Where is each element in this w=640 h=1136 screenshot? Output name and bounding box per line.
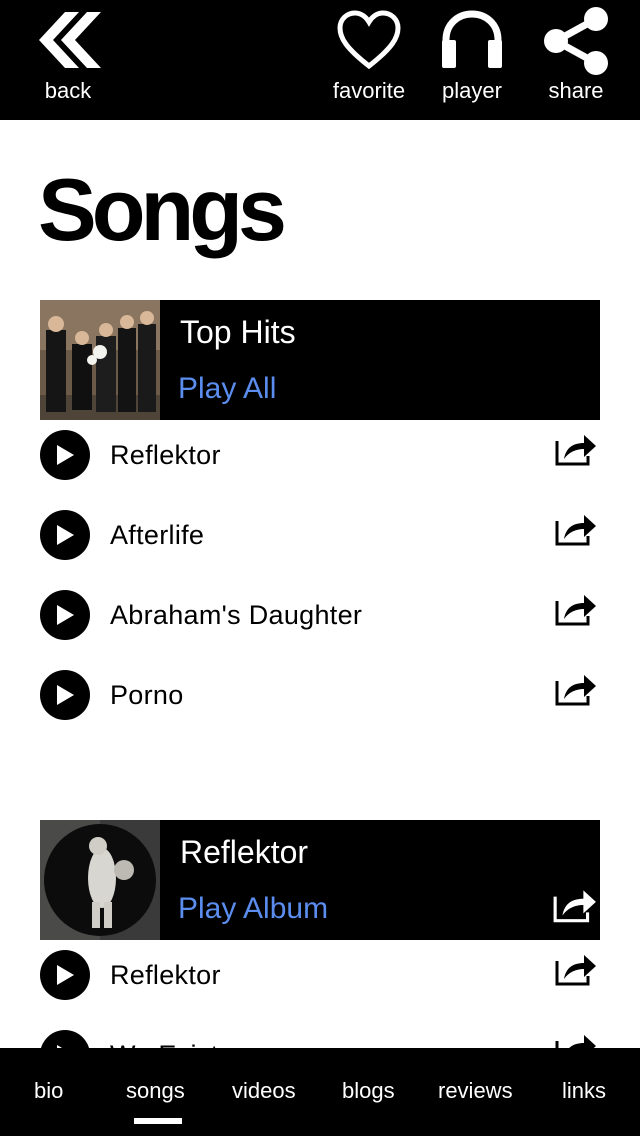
play-album-button[interactable]: Play Album [178, 892, 328, 926]
back-label: back [44, 78, 92, 103]
play-icon[interactable] [40, 950, 90, 1000]
headphones-icon [440, 0, 504, 80]
play-icon[interactable] [40, 670, 90, 720]
song-row[interactable]: Abraham's Daughter [40, 575, 600, 655]
page-title: Songs [38, 160, 287, 259]
favorite-label: favorite [332, 78, 406, 103]
song-row[interactable]: Reflektor [40, 935, 600, 1015]
nav-item-blogs[interactable]: blogs [342, 1078, 395, 1104]
nav-item-links[interactable]: links [562, 1078, 606, 1104]
share-button[interactable]: share [536, 0, 616, 120]
nav-item-bio[interactable]: bio [34, 1078, 63, 1104]
play-all-button[interactable]: Play All [178, 372, 276, 406]
nav-item-songs[interactable]: songs [126, 1078, 185, 1104]
nav-item-reviews[interactable]: reviews [438, 1078, 513, 1104]
album-cover-image [40, 300, 160, 420]
back-icon [33, 0, 103, 80]
bottom-nav: bio songs videos blogs reviews links [0, 1048, 640, 1136]
song-title: Reflektor [110, 959, 221, 990]
back-button[interactable]: back [20, 0, 116, 120]
share-box-icon[interactable] [554, 511, 598, 552]
favorite-button[interactable]: favorite [324, 0, 414, 120]
active-tab-indicator [134, 1118, 182, 1124]
share-box-icon[interactable] [552, 886, 598, 929]
album-title: Top Hits [180, 314, 296, 350]
share-label: share [548, 78, 604, 103]
share-box-icon[interactable] [554, 431, 598, 472]
share-box-icon[interactable] [554, 591, 598, 632]
play-icon[interactable] [40, 590, 90, 640]
share-icon [542, 0, 610, 80]
player-button[interactable]: player [432, 0, 512, 120]
song-title: Afterlife [110, 519, 205, 550]
album-header: Top Hits Play All [40, 300, 600, 420]
play-icon[interactable] [40, 430, 90, 480]
song-title: Reflektor [110, 439, 221, 470]
album-cover-image [40, 820, 160, 940]
nav-item-videos[interactable]: videos [232, 1078, 296, 1104]
song-title: Abraham's Daughter [110, 599, 363, 630]
play-icon[interactable] [40, 510, 90, 560]
top-bar: back favorite player share [0, 0, 640, 120]
song-row[interactable]: Porno [40, 655, 600, 735]
song-row[interactable]: Afterlife [40, 495, 600, 575]
heart-icon [336, 0, 402, 80]
share-box-icon[interactable] [554, 671, 598, 712]
player-label: player [442, 78, 502, 103]
song-title: Porno [110, 679, 184, 710]
share-box-icon[interactable] [554, 951, 598, 992]
album-title: Reflektor [180, 834, 309, 870]
album-header: Reflektor Play Album [40, 820, 600, 940]
song-row[interactable]: Reflektor [40, 415, 600, 495]
